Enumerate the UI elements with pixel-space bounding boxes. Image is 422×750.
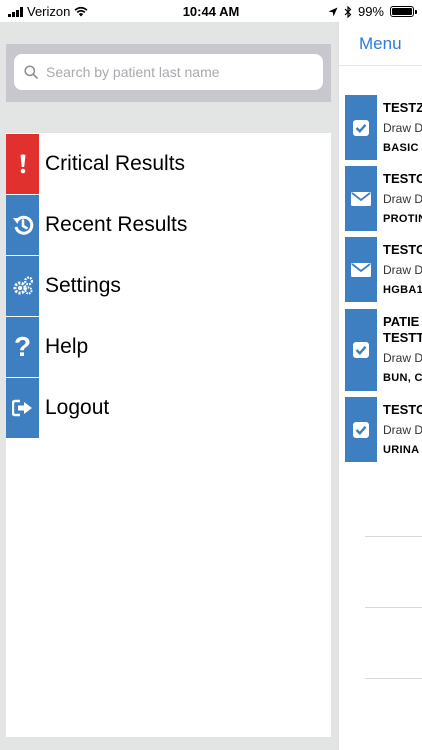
menu-item-recent-results[interactable]: Recent Results — [6, 194, 331, 255]
menu-item-logout[interactable]: Logout — [6, 377, 331, 438]
menu-item-label: Recent Results — [45, 212, 188, 236]
menu-item-label: Logout — [45, 395, 110, 419]
menu-item-critical-results[interactable]: Critical Results — [6, 133, 331, 194]
patient-name: TESTO — [383, 242, 422, 257]
row-divider — [365, 678, 422, 679]
exclamation-icon — [6, 133, 39, 194]
battery-icon — [390, 6, 417, 17]
result-text: TESTO Draw D HGBA1 — [383, 237, 422, 296]
draw-date: Draw D — [383, 351, 422, 365]
result-row[interactable]: TESTZ Draw D BASIC — [345, 95, 422, 160]
search-bar — [6, 44, 331, 102]
result-text: PATIE TESTT Draw D BUN, C — [383, 309, 422, 384]
question-icon: ? — [6, 316, 39, 377]
patient-name-line2: TESTT — [383, 330, 422, 345]
menu-item-help[interactable]: ? Help — [6, 316, 331, 377]
result-row[interactable]: TESTO Draw D HGBA1 — [345, 237, 422, 302]
menu-item-label: Settings — [45, 273, 121, 297]
patient-name: TESTO — [383, 402, 422, 417]
menu-item-label: Critical Results — [45, 151, 186, 175]
test-names: URINA — [383, 444, 420, 456]
status-right: 99% — [328, 4, 417, 19]
gears-icon — [6, 255, 39, 316]
patient-name: TESTZ — [383, 100, 422, 115]
menu-item-settings[interactable]: Settings — [6, 255, 331, 316]
result-text: TESTO Draw D URINA — [383, 397, 422, 456]
draw-date: Draw D — [383, 263, 422, 277]
bluetooth-icon — [344, 5, 352, 18]
patient-name: PATIE — [383, 314, 420, 329]
side-menu-drawer: Critical Results Recent Results — [0, 22, 338, 750]
menu-button[interactable]: Menu — [359, 34, 402, 54]
test-names: BUN, C — [383, 372, 422, 384]
row-divider — [365, 536, 422, 537]
result-text: TESTO Draw D PROTIN — [383, 166, 422, 225]
nav-bar: Menu — [339, 22, 422, 66]
menu-list: Critical Results Recent Results Settings… — [6, 133, 331, 737]
envelope-icon — [345, 237, 377, 302]
test-names: BASIC — [383, 142, 419, 154]
check-icon — [345, 397, 377, 462]
status-bar: Verizon 10:44 AM 99% — [0, 0, 422, 22]
logout-icon — [6, 377, 39, 438]
draw-date: Draw D — [383, 423, 422, 437]
check-icon — [345, 309, 377, 391]
result-row[interactable]: TESTO Draw D PROTIN — [345, 166, 422, 231]
search-field[interactable] — [14, 54, 323, 90]
test-names: HGBA1 — [383, 284, 422, 296]
results-screen: Menu TESTZ Draw D BASIC TESTO Draw D PRO… — [338, 22, 422, 750]
draw-date: Draw D — [383, 192, 422, 206]
history-icon — [6, 194, 39, 255]
battery-percent: 99% — [357, 4, 384, 19]
menu-item-label: Help — [45, 334, 89, 358]
patient-name: TESTO — [383, 171, 422, 186]
result-row[interactable]: TESTO Draw D URINA — [345, 397, 422, 462]
draw-date: Draw D — [383, 121, 422, 135]
location-arrow-icon — [328, 7, 338, 16]
row-divider — [365, 607, 422, 608]
search-input[interactable] — [46, 64, 306, 80]
envelope-icon — [345, 166, 377, 231]
result-row[interactable]: PATIE TESTT Draw D BUN, C — [345, 309, 422, 391]
result-text: TESTZ Draw D BASIC — [383, 95, 422, 154]
check-icon — [345, 95, 377, 160]
test-names: PROTIN — [383, 213, 422, 225]
search-icon — [24, 65, 38, 79]
